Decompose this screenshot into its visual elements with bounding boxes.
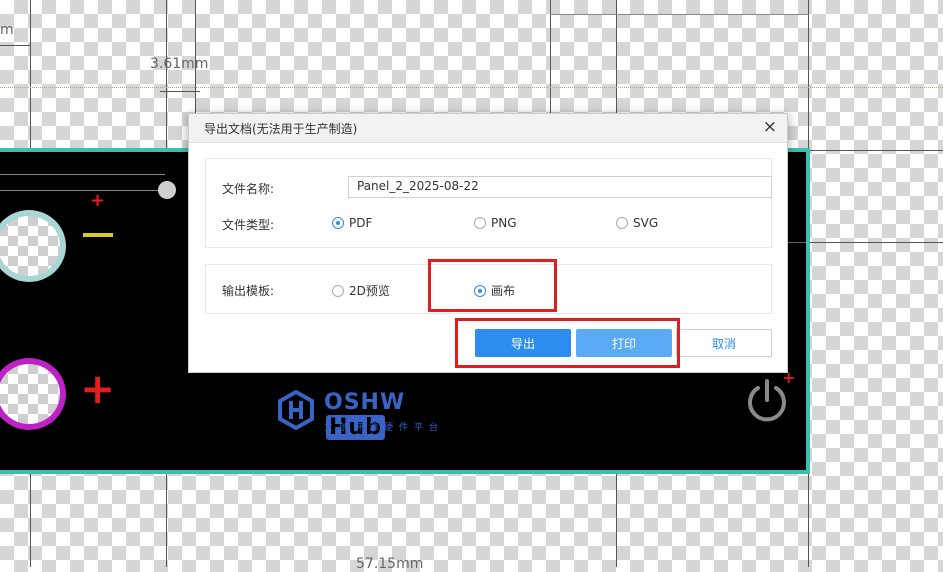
dimension-label-small: 3.61mm — [150, 56, 209, 72]
trace-line — [0, 190, 165, 191]
highlight-box-template — [428, 259, 557, 312]
radio-label: 2D预览 — [349, 284, 390, 298]
cancel-button[interactable]: 取消 — [676, 329, 772, 357]
file-name-label: 文件名称: — [222, 182, 275, 196]
oshwhub-logo: OSHWHub 立创开源硬件平台 — [276, 389, 438, 440]
power-icon — [748, 379, 786, 422]
dimension-line — [160, 91, 200, 92]
file-type-label: 文件类型: — [222, 218, 275, 232]
guide-line — [810, 242, 943, 243]
logo-subtitle: 立创开源硬件平台 — [324, 423, 445, 433]
guide-line — [810, 150, 943, 151]
radio-empty-icon — [616, 217, 628, 229]
dimension-line — [0, 45, 30, 46]
hexagon-logo-icon — [278, 389, 314, 431]
radio-label: PNG — [491, 216, 517, 230]
dialog-title: 导出文档(无法用于生产制造) — [204, 122, 358, 136]
dimension-label-fragment: m — [0, 22, 14, 38]
logo-main-text: OSHW — [324, 390, 406, 415]
radio-2d-preview[interactable]: 2D预览 — [332, 282, 390, 299]
mount-pad — [158, 181, 176, 199]
plus-silkscreen: + — [80, 364, 116, 413]
file-name-input[interactable]: Panel_2_2025-08-22 — [348, 176, 772, 198]
radio-svg[interactable]: SVG — [616, 216, 658, 230]
radio-png[interactable]: PNG — [474, 216, 517, 230]
dimension-label-top: 35mm — [654, 0, 699, 4]
close-icon[interactable]: × — [763, 117, 777, 137]
dialog-header: 导出文档(无法用于生产制造) × — [189, 114, 787, 143]
dimension-line — [550, 14, 808, 15]
dimension-label-bottom: 57.15mm — [356, 556, 424, 572]
file-settings-section: 文件名称: Panel_2_2025-08-22 文件类型: PDF PNG S… — [205, 158, 772, 248]
trace-line — [0, 174, 165, 175]
plus-marker: + — [90, 190, 106, 211]
template-label: 输出模板: — [222, 284, 275, 298]
radio-empty-icon — [332, 284, 344, 297]
radio-selected-icon — [332, 217, 344, 229]
radio-label: SVG — [633, 216, 659, 230]
highlight-box-buttons — [455, 318, 680, 368]
minus-silkscreen — [83, 233, 113, 237]
radio-pdf[interactable]: PDF — [332, 216, 372, 230]
radio-empty-icon — [474, 217, 486, 229]
guide-line-dotted — [0, 87, 943, 89]
radio-label: PDF — [349, 216, 373, 230]
